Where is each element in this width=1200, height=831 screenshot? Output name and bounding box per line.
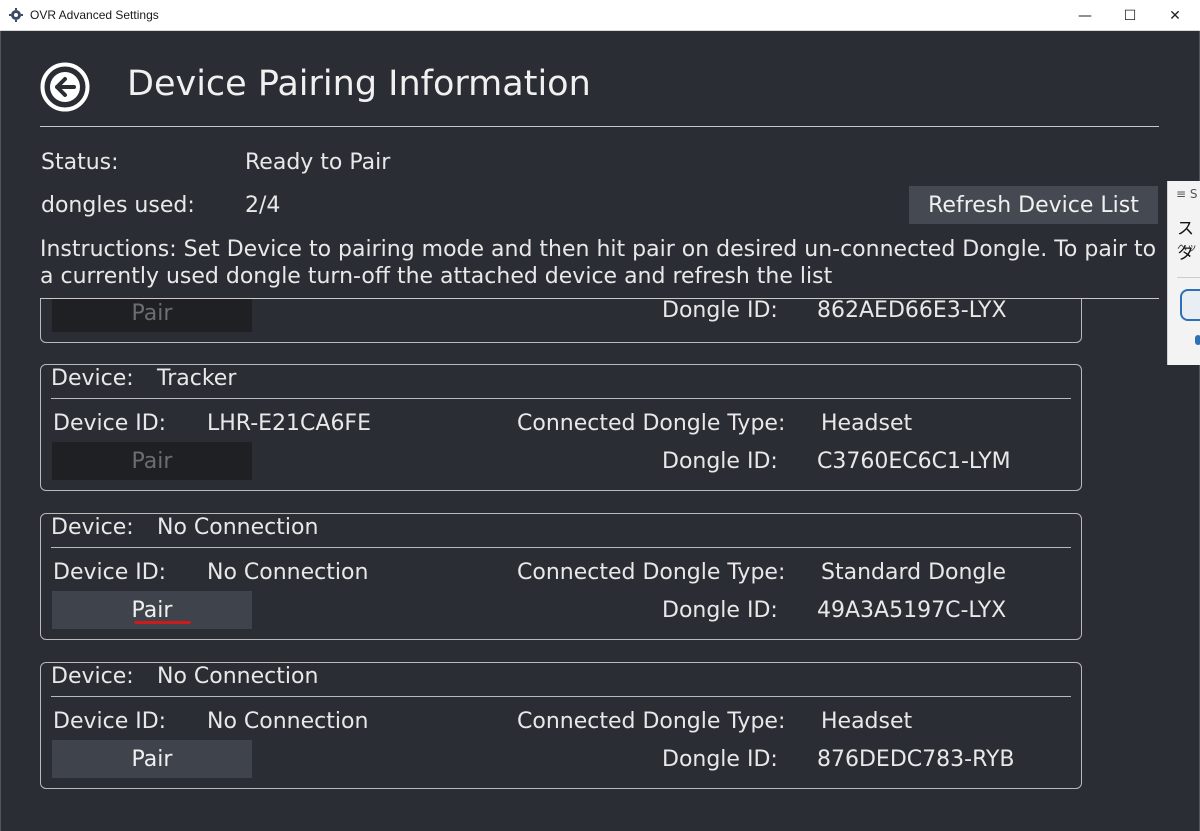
close-button[interactable]: ✕ xyxy=(1152,0,1198,31)
dongle-type-value: Standard Dongle xyxy=(821,560,1007,585)
device-card-partial: Pair Dongle ID: 862AED66E3-LYX xyxy=(40,299,1082,343)
dongle-type-value: Headset xyxy=(821,709,913,734)
device-name: Tracker xyxy=(157,366,237,391)
dongle-type-label: Connected Dongle Type: xyxy=(517,560,786,585)
device-id-label: Device ID: xyxy=(53,560,167,585)
header-divider xyxy=(40,126,1159,127)
maximize-button[interactable]: ☐ xyxy=(1107,0,1153,31)
side-panel-subtitle: ヘッ xyxy=(1177,243,1197,254)
page-title: Device Pairing Information xyxy=(127,64,591,104)
dongle-type-label: Connected Dongle Type: xyxy=(517,709,786,734)
status-label: Status: xyxy=(41,150,119,175)
dongles-used-value: 2/4 xyxy=(245,193,281,218)
pair-button[interactable]: Pair xyxy=(52,740,252,778)
dongle-id-label: Dongle ID: xyxy=(662,449,778,474)
window-titlebar: OVR Advanced Settings — ☐ ✕ xyxy=(0,0,1200,31)
dongle-type-value: Headset xyxy=(821,411,913,436)
pair-button-label: Pair xyxy=(131,597,173,623)
device-list[interactable]: Pair Dongle ID: 862AED66E3-LYX Device: T… xyxy=(0,299,1165,831)
device-name: No Connection xyxy=(157,515,319,540)
headset-icon xyxy=(1180,289,1200,321)
dongle-id-value: 49A3A5197C-LYX xyxy=(817,598,1007,623)
dongle-id-value: C3760EC6C1-LYM xyxy=(817,449,1011,474)
dongle-id-label: Dongle ID: xyxy=(662,598,778,623)
side-panel-divider xyxy=(1177,277,1200,278)
instructions-text: Instructions: Set Device to pairing mode… xyxy=(40,237,1157,289)
device-label: Device: xyxy=(51,366,134,391)
gear-icon xyxy=(9,8,23,22)
side-panel-partial[interactable]: ≡ S スタ ヘッ xyxy=(1167,181,1200,365)
device-id-value: LHR-E21CA6FE xyxy=(207,411,371,436)
window-title: OVR Advanced Settings xyxy=(30,8,159,22)
dongle-type-label: Connected Dongle Type: xyxy=(517,411,786,436)
pair-button[interactable]: Pair xyxy=(52,591,252,629)
dongles-used-label: dongles used: xyxy=(41,193,195,218)
highlight-underline xyxy=(134,621,191,624)
card-divider xyxy=(51,398,1071,399)
minimize-button[interactable]: — xyxy=(1062,0,1108,31)
card-divider xyxy=(51,547,1071,548)
dongle-id-label: Dongle ID: xyxy=(662,299,778,323)
device-id-label: Device ID: xyxy=(53,709,167,734)
card-divider xyxy=(51,696,1071,697)
device-card: Device: No Connection Device ID: No Conn… xyxy=(40,513,1082,640)
back-arrow-circle-icon[interactable] xyxy=(40,62,90,112)
controller-icon xyxy=(1195,335,1200,345)
device-card: Device: Tracker Device ID: LHR-E21CA6FE … xyxy=(40,364,1082,491)
status-value: Ready to Pair xyxy=(245,150,391,175)
dongle-id-label: Dongle ID: xyxy=(662,747,778,772)
device-id-value: No Connection xyxy=(207,560,369,585)
device-id-value: No Connection xyxy=(207,709,369,734)
menu-icon[interactable]: ≡ S xyxy=(1176,187,1198,201)
device-name: No Connection xyxy=(157,664,319,689)
device-id-label: Device ID: xyxy=(53,411,167,436)
device-label: Device: xyxy=(51,664,134,689)
dongle-id-value: 876DEDC783-RYB xyxy=(817,747,1015,772)
pair-button-disabled: Pair xyxy=(52,442,252,480)
device-card: Device: No Connection Device ID: No Conn… xyxy=(40,662,1082,789)
pair-button-disabled: Pair xyxy=(52,299,252,332)
refresh-device-list-button[interactable]: Refresh Device List xyxy=(909,186,1158,224)
device-label: Device: xyxy=(51,515,134,540)
dongle-id-value: 862AED66E3-LYX xyxy=(817,299,1007,323)
